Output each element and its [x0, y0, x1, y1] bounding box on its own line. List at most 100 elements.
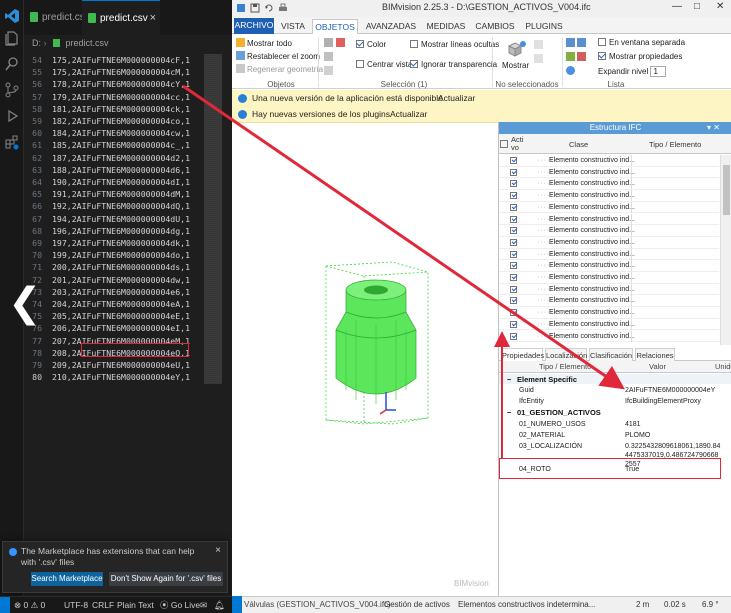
- update-app-link[interactable]: Actualizar: [438, 90, 475, 107]
- tab-objetos[interactable]: OBJETOS: [312, 19, 358, 34]
- collapse-icon[interactable]: −: [507, 408, 511, 417]
- checkbox-icon[interactable]: [510, 332, 517, 340]
- property-row[interactable]: 02_MATERIAL PLOMO: [499, 430, 731, 440]
- tab-predict-csv[interactable]: predict.csv ×: [82, 0, 160, 35]
- code-line[interactable]: 65 191,2AIFuFTNE6M000000004dM,1: [24, 188, 224, 200]
- update-plugins-link[interactable]: Actualizar: [390, 106, 427, 123]
- checkbox-icon[interactable]: [510, 180, 517, 188]
- panel-controls[interactable]: ▾ ✕: [707, 122, 720, 134]
- code-line[interactable]: 63 188,2AIFuFTNE6M000000004d6,1: [24, 164, 224, 176]
- extensions-icon[interactable]: [4, 134, 20, 150]
- checkbox-icon[interactable]: [510, 203, 517, 211]
- column-clase[interactable]: Clase: [569, 140, 588, 149]
- list-view-icon[interactable]: [566, 38, 588, 48]
- column-tipo[interactable]: Tipo / Elemento: [539, 361, 591, 373]
- selection-tool-icon[interactable]: [324, 38, 335, 48]
- expand-level-input[interactable]: 1: [650, 66, 667, 77]
- 3d-model[interactable]: [232, 124, 498, 596]
- close-icon[interactable]: ✕: [716, 1, 724, 12]
- tree-row[interactable]: ······ Elemento constructivo ind...: [499, 190, 719, 202]
- tab-relaciones[interactable]: Relaciones: [635, 348, 675, 361]
- language-indicator[interactable]: Plain Text: [117, 597, 154, 613]
- maximize-icon[interactable]: □: [694, 1, 700, 12]
- checkbox-icon[interactable]: [510, 309, 517, 317]
- source-control-icon[interactable]: [4, 82, 20, 98]
- tab-vista[interactable]: VISTA: [278, 19, 308, 34]
- checkbox-icon[interactable]: [510, 297, 517, 305]
- hide-tool-icon[interactable]: [324, 66, 335, 76]
- show-option-2-icon[interactable]: [534, 54, 545, 64]
- property-row[interactable]: 01_NUMERO_USOS 4181: [499, 419, 731, 429]
- select-all-checkbox[interactable]: [500, 140, 508, 148]
- tab-predict-preview[interactable]: predict.csv...: [24, 0, 82, 35]
- checkbox-icon[interactable]: [510, 238, 517, 246]
- checkbox-icon[interactable]: [510, 227, 517, 235]
- tab-medidas[interactable]: MEDIDAS: [424, 19, 468, 34]
- code-line[interactable]: 68 196,2AIFuFTNE6M000000004dg,1: [24, 225, 224, 237]
- undo-icon[interactable]: [264, 3, 274, 13]
- tree-row[interactable]: ······ Elemento constructivo ind...: [499, 201, 719, 214]
- column-unidad[interactable]: Unide: [715, 361, 731, 373]
- reset-zoom-button[interactable]: Restablecer el zoom: [236, 51, 320, 61]
- tree-row[interactable]: ······ Elemento constructivo ind...: [499, 155, 719, 167]
- encoding-indicator[interactable]: UTF-8: [64, 597, 88, 613]
- breadcrumb-file[interactable]: predict.csv: [66, 38, 109, 48]
- color-option-icon[interactable]: [336, 38, 347, 48]
- tab-avanzadas[interactable]: AVANZADAS: [362, 19, 420, 34]
- tab-propiedades[interactable]: Propiedades: [501, 348, 544, 361]
- close-icon[interactable]: ×: [150, 1, 156, 35]
- tab-clasificacion[interactable]: Clasificación: [589, 348, 633, 361]
- code-line[interactable]: 72 201,2AIFuFTNE6M000000004dw,1: [24, 274, 224, 286]
- go-live-button[interactable]: ⦿ Go Live: [160, 597, 200, 613]
- tab-plugins[interactable]: PLUGINS: [522, 19, 566, 34]
- bell-icon[interactable]: 🔔︎: [214, 597, 225, 613]
- checkbox-icon[interactable]: [510, 250, 517, 258]
- feedback-icon[interactable]: ✉: [200, 597, 207, 613]
- code-line[interactable]: 61 185,2AIFuFTNE6M000000004c_,1: [24, 139, 224, 151]
- remote-indicator[interactable]: [0, 597, 10, 613]
- color-checkbox[interactable]: Color: [356, 40, 386, 49]
- close-icon[interactable]: ×: [215, 545, 221, 556]
- code-line[interactable]: 55 175,2AIFuFTNE6M000000004cM,1: [24, 66, 224, 78]
- code-line[interactable]: 58 181,2AIFuFTNE6M000000004ck,1: [24, 103, 224, 115]
- refresh-icon[interactable]: [566, 66, 577, 76]
- eol-indicator[interactable]: CRLF: [92, 597, 114, 613]
- column-tipo[interactable]: Tipo / Elemento: [649, 140, 701, 149]
- breadcrumb-root[interactable]: D:: [32, 38, 41, 48]
- tab-cambios[interactable]: CAMBIOS: [472, 19, 518, 34]
- code-line[interactable]: 73 203,2AIFuFTNE6M000000004e6,1: [24, 286, 224, 298]
- checkbox-icon[interactable]: [510, 274, 517, 281]
- group-element-specific[interactable]: − Element Specific: [499, 374, 731, 384]
- checkbox-icon[interactable]: [510, 168, 517, 176]
- code-line[interactable]: 74 204,2AIFuFTNE6M000000004eA,1: [24, 298, 224, 310]
- code-line[interactable]: 66 192,2AIFuFTNE6M000000004dQ,1: [24, 200, 224, 212]
- tree-row[interactable]: ······ Elemento constructivo ind...: [499, 225, 719, 237]
- 3d-viewport[interactable]: BIMvision: [232, 124, 498, 596]
- show-button[interactable]: Mostrar: [502, 61, 529, 70]
- show-option-1-icon[interactable]: [534, 40, 545, 50]
- ignore-transparency-checkbox[interactable]: Ignorar transparencia: [410, 60, 497, 69]
- checkbox-icon[interactable]: [510, 215, 517, 223]
- checkbox-icon[interactable]: [510, 262, 517, 270]
- search-icon[interactable]: [4, 56, 20, 72]
- code-line[interactable]: 75 205,2AIFuFTNE6M000000004eE,1: [24, 310, 224, 322]
- code-line[interactable]: 54 175,2AIFuFTNE6M000000004cF,1: [24, 54, 224, 66]
- tree-row[interactable]: ······ Elemento constructivo ind...: [499, 166, 719, 179]
- center-view-checkbox[interactable]: Centrar vista: [356, 60, 412, 69]
- chevron-left-icon[interactable]: ❮: [8, 283, 42, 323]
- search-marketplace-button[interactable]: Search Marketplace: [31, 572, 103, 586]
- filter-icon[interactable]: [566, 52, 588, 62]
- code-line[interactable]: 57 179,2AIFuFTNE6M000000004cc,1: [24, 91, 224, 103]
- show-properties-checkbox[interactable]: Mostrar propiedades: [598, 52, 682, 61]
- save-icon[interactable]: [250, 3, 260, 13]
- minimap[interactable]: [204, 54, 222, 384]
- column-activo[interactable]: Acti vo: [511, 136, 527, 152]
- regenerate-geometry-button[interactable]: Regenerar geometría: [236, 64, 323, 74]
- tab-localizacion[interactable]: Localización: [545, 348, 587, 361]
- code-line[interactable]: 59 182,2AIFuFTNE6M000000004co,1: [24, 115, 224, 127]
- tab-archivo[interactable]: ARCHIVO: [234, 18, 274, 34]
- tree-row[interactable]: ······ Elemento constructivo ind...: [499, 283, 719, 296]
- separate-window-checkbox[interactable]: En ventana separada: [598, 38, 685, 47]
- print-icon[interactable]: [278, 3, 288, 13]
- minimize-icon[interactable]: —: [672, 1, 682, 12]
